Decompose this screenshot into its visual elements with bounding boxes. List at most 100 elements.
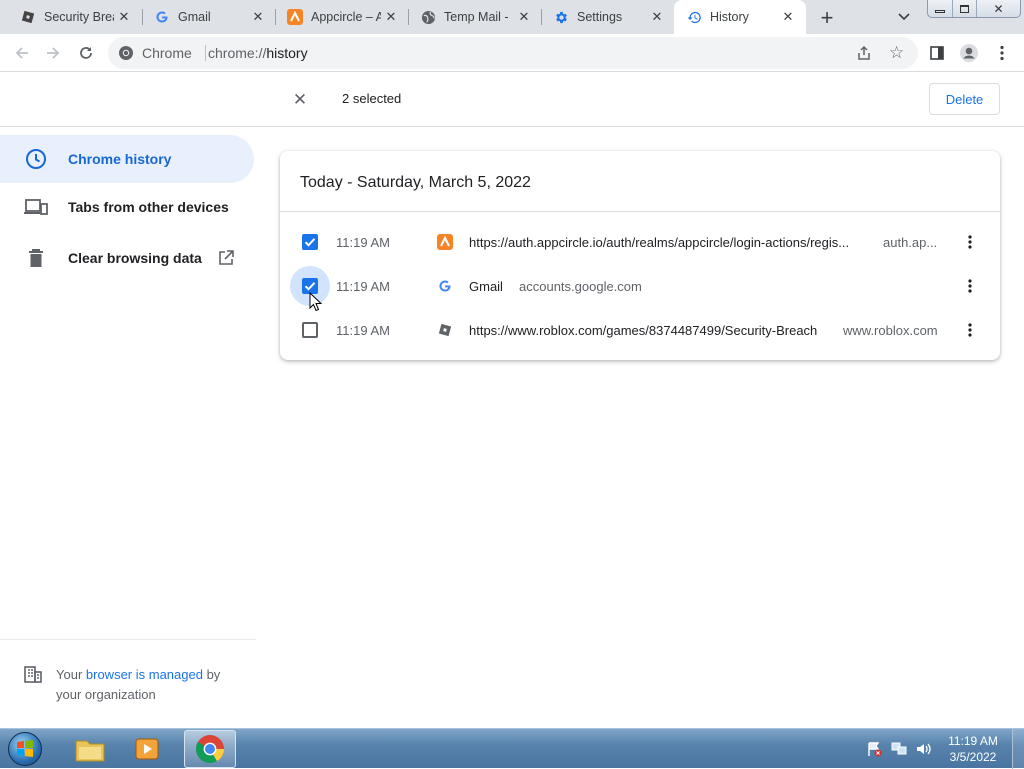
row-checkbox[interactable] bbox=[302, 322, 318, 338]
google-icon bbox=[437, 278, 453, 294]
clear-selection-icon[interactable]: ✕ bbox=[290, 90, 310, 110]
omnibox-separator bbox=[205, 45, 206, 61]
managed-text-3: your organization bbox=[56, 687, 156, 702]
history-row[interactable]: 11:19 AM https://www.roblox.com/games/83… bbox=[280, 308, 1000, 352]
taskbar-chrome-button[interactable] bbox=[184, 730, 236, 768]
devices-icon bbox=[24, 195, 48, 219]
volume-icon[interactable] bbox=[915, 741, 933, 757]
close-tab-icon[interactable]: ✕ bbox=[248, 7, 268, 27]
history-row[interactable]: 11:19 AM Gmail accounts.google.com bbox=[280, 264, 1000, 312]
window-controls: ✕ bbox=[927, 0, 1021, 18]
side-panel-icon[interactable] bbox=[922, 38, 952, 68]
appcircle-icon bbox=[287, 9, 303, 25]
tab-title: History bbox=[710, 10, 749, 24]
visit-title-link[interactable]: https://www.roblox.com/games/8374487499/… bbox=[469, 323, 839, 338]
system-clock[interactable]: 11:19 AM 3/5/2022 bbox=[940, 733, 1006, 765]
reload-button[interactable] bbox=[71, 38, 101, 68]
close-window-button[interactable]: ✕ bbox=[977, 0, 1020, 17]
visit-time: 11:19 AM bbox=[336, 322, 390, 338]
sidebar-item-label: Chrome history bbox=[68, 151, 172, 167]
action-center-flag-icon[interactable] bbox=[866, 741, 882, 757]
history-icon bbox=[686, 9, 702, 25]
visit-domain[interactable]: www.roblox.com bbox=[843, 323, 948, 338]
selected-count: 2 selected bbox=[342, 91, 402, 106]
managed-text-2: by bbox=[202, 667, 221, 682]
close-tab-icon[interactable]: ✕ bbox=[778, 7, 798, 27]
google-icon bbox=[154, 9, 170, 25]
url-text: chrome://history bbox=[208, 45, 308, 61]
close-tab-icon[interactable]: ✕ bbox=[114, 7, 134, 27]
close-tab-icon[interactable]: ✕ bbox=[647, 7, 667, 27]
minimize-button[interactable] bbox=[928, 0, 953, 17]
more-actions-icon[interactable] bbox=[960, 320, 980, 340]
trash-icon bbox=[24, 246, 48, 270]
show-desktop-button[interactable] bbox=[1012, 729, 1024, 769]
selection-toolbar: ✕ 2 selected Delete bbox=[0, 72, 1024, 127]
close-tab-icon[interactable]: ✕ bbox=[381, 7, 401, 27]
sidebar: Chrome history Tabs from other devices C… bbox=[0, 127, 256, 728]
bookmark-star-icon[interactable]: ☆ bbox=[889, 44, 907, 62]
history-card: Today - Saturday, March 5, 2022 11:19 AM… bbox=[280, 151, 1000, 360]
new-tab-button[interactable]: + bbox=[815, 5, 839, 30]
delete-button[interactable]: Delete bbox=[929, 83, 1000, 115]
header-divider bbox=[280, 211, 1000, 212]
visit-time: 11:19 AM bbox=[336, 278, 390, 294]
tab-title: Settings bbox=[577, 10, 623, 24]
forward-button[interactable] bbox=[38, 38, 68, 68]
close-tab-icon[interactable]: ✕ bbox=[514, 7, 534, 27]
windows-taskbar: 11:19 AM 3/5/2022 bbox=[0, 728, 1024, 769]
sidebar-item-tabs-other-devices[interactable]: Tabs from other devices bbox=[0, 183, 254, 231]
more-actions-icon[interactable] bbox=[960, 276, 980, 296]
tab-history[interactable]: History ✕ bbox=[674, 0, 806, 34]
managed-text-1: Your bbox=[56, 667, 86, 682]
open-in-new-icon bbox=[218, 250, 234, 266]
chrome-icon bbox=[118, 45, 134, 61]
restore-button[interactable] bbox=[953, 0, 977, 17]
visit-title-link[interactable]: https://auth.appcircle.io/auth/realms/ap… bbox=[469, 235, 869, 250]
profile-avatar-icon[interactable] bbox=[954, 38, 984, 68]
visit-title-link[interactable]: Gmail bbox=[469, 279, 503, 294]
sidebar-divider bbox=[0, 639, 256, 640]
url-path: history bbox=[266, 45, 308, 61]
tab-search-icon[interactable] bbox=[894, 8, 914, 26]
visit-time: 11:19 AM bbox=[336, 234, 390, 250]
building-icon bbox=[24, 665, 42, 688]
visit-domain[interactable]: auth.ap... bbox=[883, 235, 943, 250]
roblox-icon bbox=[437, 322, 453, 338]
gear-icon bbox=[553, 9, 569, 25]
tab-security-breach[interactable]: Security Brea ✕ bbox=[0, 0, 142, 34]
toolbar: Chrome chrome://history ☆ bbox=[0, 34, 1024, 72]
appcircle-icon bbox=[437, 234, 453, 250]
site-chip-label: Chrome bbox=[142, 45, 192, 61]
back-button[interactable] bbox=[7, 38, 37, 68]
url-scheme: chrome:// bbox=[208, 45, 267, 61]
row-checkbox[interactable] bbox=[302, 234, 318, 250]
globe-icon bbox=[420, 9, 436, 25]
tab-temp-mail[interactable]: Temp Mail - ✕ bbox=[400, 0, 542, 34]
managed-notice: Your browser is managed by your organiza… bbox=[56, 665, 246, 705]
network-icon[interactable] bbox=[891, 741, 908, 757]
sidebar-item-clear-browsing-data[interactable]: Clear browsing data bbox=[0, 234, 254, 282]
clock-date: 3/5/2022 bbox=[949, 750, 997, 764]
media-player-icon[interactable] bbox=[126, 731, 170, 767]
tab-settings[interactable]: Settings ✕ bbox=[533, 0, 675, 34]
sidebar-item-label: Clear browsing data bbox=[68, 250, 202, 266]
file-explorer-icon[interactable] bbox=[68, 731, 112, 767]
tab-title: Appcircle – A bbox=[311, 10, 381, 24]
tab-title: Temp Mail - bbox=[444, 10, 509, 24]
sidebar-item-chrome-history[interactable]: Chrome history bbox=[0, 135, 254, 183]
clock-time: 11:19 AM bbox=[948, 734, 998, 748]
share-icon[interactable] bbox=[856, 45, 872, 61]
tab-gmail[interactable]: Gmail ✕ bbox=[134, 0, 276, 34]
address-bar[interactable]: Chrome chrome://history ☆ bbox=[108, 37, 918, 69]
windows-logo-icon bbox=[8, 732, 42, 766]
tab-appcircle[interactable]: Appcircle – A ✕ bbox=[267, 0, 409, 34]
chrome-menu-icon[interactable] bbox=[987, 38, 1017, 68]
history-row[interactable]: 11:19 AM https://auth.appcircle.io/auth/… bbox=[280, 220, 1000, 264]
managed-link[interactable]: browser is managed bbox=[86, 667, 203, 682]
visit-domain[interactable]: accounts.google.com bbox=[519, 279, 642, 294]
date-header: Today - Saturday, March 5, 2022 bbox=[300, 174, 531, 191]
tab-title: Security Brea bbox=[44, 10, 114, 24]
more-actions-icon[interactable] bbox=[960, 232, 980, 252]
start-button[interactable] bbox=[5, 730, 45, 768]
